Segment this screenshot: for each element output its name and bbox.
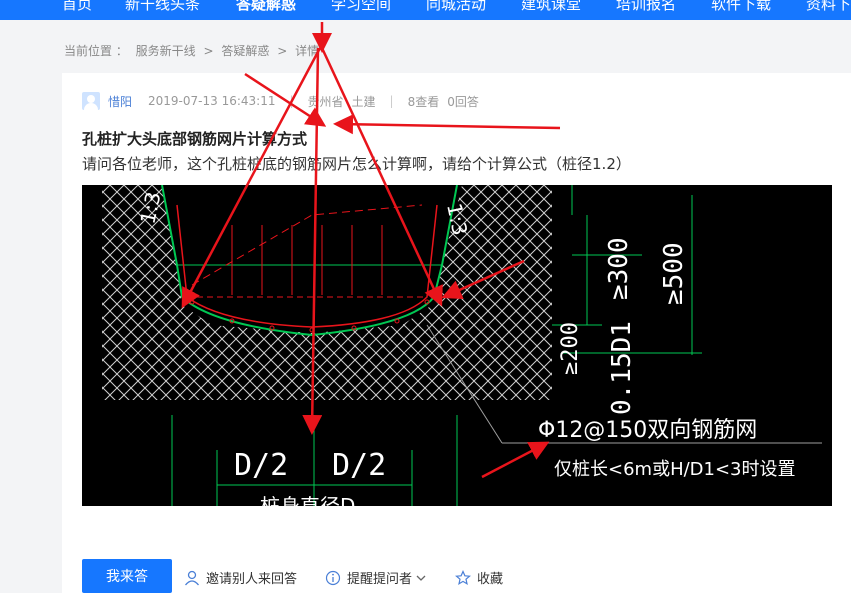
avatar[interactable]	[82, 92, 100, 110]
nav-item-study[interactable]: 学习空间	[331, 0, 391, 14]
author-name[interactable]: 惜阳	[108, 93, 132, 110]
info-icon	[325, 570, 341, 585]
favorite-button[interactable]: 收藏	[455, 568, 503, 587]
answer-button[interactable]: 我来答	[82, 559, 172, 593]
meta-divider: |	[389, 94, 394, 108]
nav-item-software[interactable]: 软件下载	[711, 0, 771, 14]
chevron-down-icon	[416, 575, 426, 581]
dim-label-200: ≥200	[558, 322, 583, 375]
breadcrumb-separator: >	[277, 44, 288, 58]
user-icon	[184, 570, 200, 585]
answer-count: 0回答	[447, 94, 479, 109]
breadcrumb-separator: >	[203, 44, 214, 58]
question-meta: 惜阳 2019-07-13 16:43:11 | 贵州省 土建 | 8查看 0回…	[82, 91, 479, 111]
nav-item-qa[interactable]: 答疑解惑	[236, 0, 296, 14]
invite-answer-button[interactable]: 邀请别人来回答	[184, 568, 297, 587]
dim-bottom-label: 桩身直径D	[260, 494, 355, 506]
post-datetime: 2019-07-13 16:43:11	[148, 94, 276, 108]
dim-label-300: ≥300	[604, 237, 634, 300]
star-icon	[455, 569, 471, 585]
meta-divider: |	[289, 94, 294, 108]
question-image[interactable]: 1:3 1:3 ≥300 ≥500 ≥200 0.15D1 Φ12@150双向钢…	[82, 185, 832, 506]
breadcrumb-prefix: 当前位置 ：	[64, 44, 128, 58]
question-title: 孔桩扩大头底部钢筋网片计算方式	[82, 130, 308, 148]
nav-item-classroom[interactable]: 建筑课堂	[521, 0, 581, 14]
top-nav: 首页 新干线头条 答疑解惑 学习空间 同城活动 建筑课堂 培训报名 软件下载 资…	[0, 0, 851, 20]
nav-item-home[interactable]: 首页	[62, 0, 92, 14]
breadcrumb-item-service[interactable]: 服务新干线	[136, 44, 196, 58]
breadcrumb: 当前位置 ： 服务新干线 > 答疑解惑 > 详情	[64, 42, 323, 59]
nav-item-training[interactable]: 培训报名	[616, 0, 676, 14]
remind-asker-dropdown[interactable]: 提醒提问者	[325, 568, 433, 587]
favorite-label: 收藏	[477, 572, 504, 587]
invite-label: 邀请别人来回答	[206, 572, 298, 587]
breadcrumb-item-qa[interactable]: 答疑解惑	[221, 44, 269, 58]
dim-half-right: D/2	[332, 448, 386, 483]
nav-item-headlines[interactable]: 新干线头条	[125, 0, 200, 14]
nav-item-resources[interactable]: 资料下	[806, 0, 851, 14]
question-category: 土建	[351, 94, 376, 109]
view-count: 8查看	[407, 94, 440, 109]
nav-item-events[interactable]: 同城活动	[426, 0, 486, 14]
remind-label: 提醒提问者	[347, 572, 413, 587]
cad-drawing: 1:3 1:3 ≥300 ≥500 ≥200 0.15D1 Φ12@150双向钢…	[102, 185, 822, 506]
dim-label-015d1: 0.15D1	[607, 321, 637, 415]
rebar-condition: 仅桩长<6m或H/D1<3时设置	[554, 459, 796, 480]
breadcrumb-item-detail: 详情	[295, 44, 320, 58]
rebar-note: Φ12@150双向钢筋网	[538, 418, 757, 443]
question-body: 请问各位老师，这个孔桩桩底的钢筋网片怎么计算啊，请给个计算公式（桩径1.2）	[82, 155, 631, 173]
dim-half-left: D/2	[234, 448, 288, 483]
question-region: 贵州省	[307, 94, 344, 109]
dim-label-500: ≥500	[659, 242, 689, 305]
